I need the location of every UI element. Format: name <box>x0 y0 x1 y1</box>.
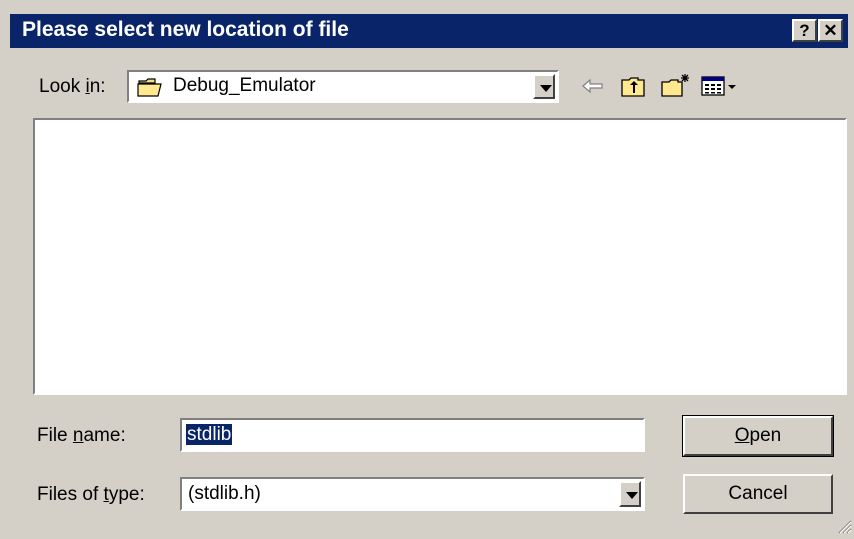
title-bar[interactable]: Please select new location of file ? ✕ <box>10 14 848 48</box>
look-in-label: Look in: <box>39 76 106 97</box>
file-name-label: File name: <box>37 425 126 446</box>
folder-icon <box>137 76 165 103</box>
files-of-type-dropdown[interactable]: (stdlib.h) <box>180 477 645 511</box>
cancel-button-label: Cancel <box>728 483 788 504</box>
arrow-left-icon[interactable] <box>580 72 606 100</box>
files-of-type-dropdown-arrow[interactable] <box>619 481 641 507</box>
look-in-dropdown-arrow[interactable] <box>533 74 555 99</box>
file-name-value: stdlib <box>186 424 233 445</box>
files-of-type-value: (stdlib.h) <box>188 483 261 504</box>
file-dialog: Please select new location of file ? ✕ L… <box>0 0 854 536</box>
cancel-button[interactable]: Cancel <box>683 474 833 514</box>
close-button[interactable]: ✕ <box>818 19 843 42</box>
files-of-type-label: Files of type: <box>37 484 145 505</box>
dialog-title: Please select new location of file <box>22 18 349 41</box>
help-button[interactable]: ? <box>792 19 817 42</box>
close-icon: ✕ <box>823 21 838 40</box>
file-list-pane[interactable] <box>33 118 847 395</box>
open-button[interactable]: Open <box>682 415 834 457</box>
view-details-icon[interactable] <box>700 72 740 100</box>
file-name-input[interactable]: stdlib <box>180 418 645 452</box>
resize-grip-icon[interactable] <box>836 518 852 534</box>
new-folder-icon[interactable] <box>660 72 692 100</box>
look-in-dropdown[interactable]: Debug_Emulator <box>127 70 559 103</box>
look-in-value: Debug_Emulator <box>173 75 316 96</box>
help-icon: ? <box>799 21 810 40</box>
folder-up-icon[interactable] <box>620 72 648 100</box>
